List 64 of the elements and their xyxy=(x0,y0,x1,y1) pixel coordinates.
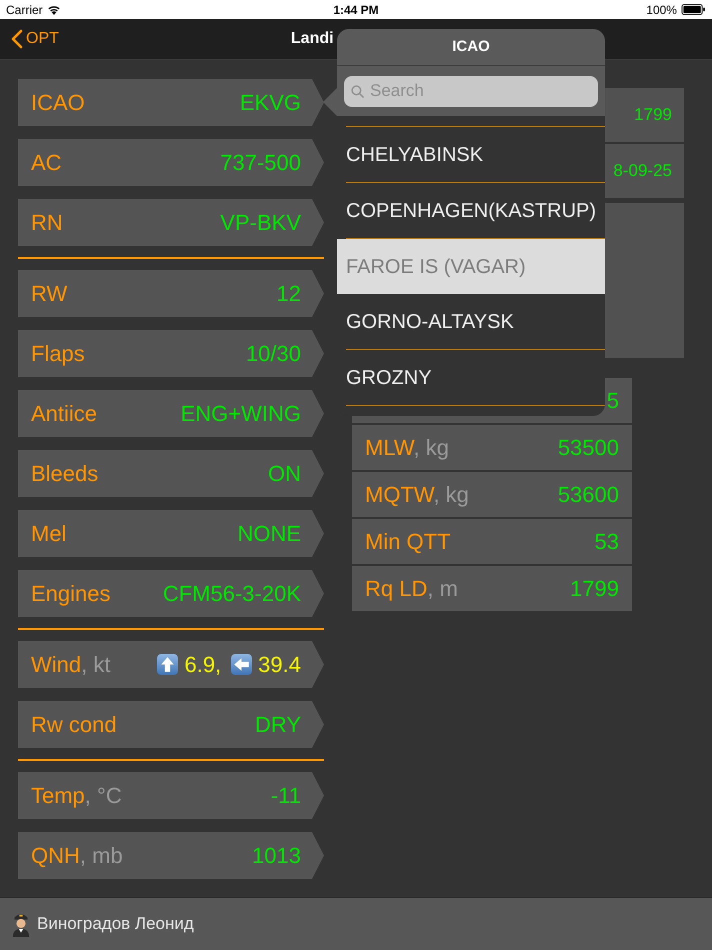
parameter-value: 10/30 xyxy=(246,340,301,368)
limit-label: MQTW, kg xyxy=(365,481,469,509)
parameter-label: Mel xyxy=(31,520,66,548)
parameter-row[interactable]: Antiice ENG+WING xyxy=(18,390,324,437)
parameter-row[interactable]: Rw cond DRY xyxy=(18,701,324,748)
nav-title: Landi xyxy=(290,29,334,49)
parameter-value: ON xyxy=(268,460,301,488)
parameter-label: RN xyxy=(31,209,63,237)
airport-option[interactable]: FAROE IS (VAGAR) xyxy=(337,239,605,294)
parameter-row[interactable]: RN VP-BKV xyxy=(18,199,324,246)
parameter-row[interactable]: QNH, mb 1013 xyxy=(18,832,324,879)
parameter-value: VP-BKV xyxy=(220,209,301,237)
parameter-label: QNH, mb xyxy=(31,842,123,870)
parameter-label: Rw cond xyxy=(31,711,117,739)
parameter-row[interactable]: AC 737-500 xyxy=(18,139,324,186)
limit-label: Min QTT xyxy=(365,528,451,556)
limit-value: 1799 xyxy=(570,575,619,603)
parameter-label: Temp, °C xyxy=(31,782,122,810)
result-value: 1799 xyxy=(634,104,672,126)
parameter-value: NONE xyxy=(237,520,301,548)
search-icon xyxy=(351,84,364,98)
parameter-row[interactable]: ICAO EKVG xyxy=(18,79,324,126)
parameter-label: AC xyxy=(31,149,62,177)
popover-title: ICAO xyxy=(337,29,605,66)
battery-icon xyxy=(680,4,706,15)
parameter-value: ENG+WING xyxy=(180,400,301,428)
parameter-value: CFM56-3-20K xyxy=(162,580,301,608)
parameter-value: 1013 xyxy=(252,842,301,870)
limit-value: 53 xyxy=(594,528,619,556)
parameter-value: 12 xyxy=(276,280,301,308)
parameter-value: EKVG xyxy=(240,89,301,117)
carrier-label: Carrier xyxy=(6,2,43,18)
battery-percent: 100% xyxy=(646,2,677,18)
parameter-label: Engines xyxy=(31,580,111,608)
search-field[interactable]: Search xyxy=(344,76,598,106)
limit-value: 53500 xyxy=(558,434,619,462)
limit-value: 5 xyxy=(606,387,619,415)
parameter-row[interactable]: Bleeds ON xyxy=(18,450,324,497)
headwind-value: 6.9, xyxy=(184,651,222,679)
parameter-row[interactable]: Mel NONE xyxy=(18,510,324,557)
chevron-left-icon xyxy=(11,29,23,49)
status-time: 1:44 PM xyxy=(333,2,379,18)
limit-label: Rq LD, m xyxy=(365,575,458,603)
wifi-icon xyxy=(46,4,61,14)
result-value: 8-09-25 xyxy=(613,160,672,182)
parameter-value: DRY xyxy=(254,711,301,739)
parameter-row[interactable]: Temp, °C -11 xyxy=(18,772,324,819)
parameter-label: Antiice xyxy=(31,400,98,428)
parameter-label: Flaps xyxy=(31,340,85,368)
limit-label: MLW, kg xyxy=(365,434,449,462)
parameter-label: Wind, kt xyxy=(31,651,110,679)
parameter-row[interactable]: Engines CFM56-3-20K xyxy=(18,570,324,617)
parameter-value: 737-500 xyxy=(220,149,301,177)
parameter-label: Bleeds xyxy=(31,460,98,488)
parameter-row[interactable]: RW 12 xyxy=(18,270,324,317)
parameter-row[interactable]: Flaps 10/30 xyxy=(18,330,324,377)
parameter-label: ICAO xyxy=(31,89,85,117)
parameter-label: RW xyxy=(31,280,68,308)
crosswind-value: 39.4 xyxy=(258,651,301,679)
limit-value: 53600 xyxy=(558,481,619,509)
user-name: Виноградов Леонид xyxy=(37,913,194,936)
parameter-row[interactable]: Wind, kt 6.9, 39.4 xyxy=(18,641,324,688)
parameter-value: -11 xyxy=(270,782,301,810)
back-button[interactable]: OPT xyxy=(11,27,59,51)
